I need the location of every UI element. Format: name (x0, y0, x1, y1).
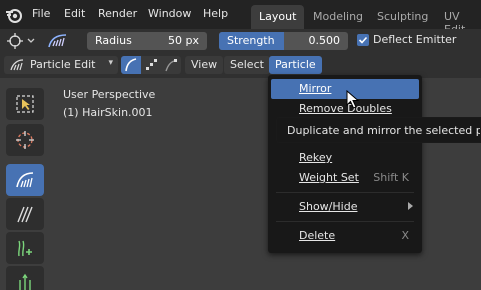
menu-view[interactable]: View (185, 56, 224, 74)
tool-smooth[interactable] (6, 198, 44, 230)
select-box-icon (16, 95, 34, 113)
menu-particle[interactable]: Particle (269, 56, 322, 74)
tool-select-box[interactable] (6, 88, 44, 120)
mode-dropdown[interactable]: Particle Edit ▾ (4, 56, 118, 74)
submenu-arrow-icon (408, 202, 413, 210)
point-mode-icon (146, 59, 157, 70)
menu-file[interactable]: File (32, 7, 50, 20)
tab-modeling[interactable]: Modeling (305, 5, 371, 29)
menu-item-shortcut: X (401, 229, 409, 242)
tip-select-mode-button[interactable] (161, 56, 181, 74)
cursor-icon (16, 131, 34, 149)
menu-item-label: Show/Hide (299, 200, 358, 213)
comb-brush-icon (48, 34, 67, 48)
menu-select[interactable]: Select (224, 56, 270, 74)
strength-slider[interactable]: Strength 0.500 (219, 32, 348, 50)
path-mode-icon (125, 58, 137, 72)
smooth-icon (17, 206, 33, 223)
deflect-emitter-checkbox[interactable] (357, 34, 369, 46)
checkmark-icon (358, 36, 368, 44)
particle-edit-icon (10, 59, 24, 71)
menu-item-delete[interactable]: Delete X (271, 226, 419, 246)
menu-edit[interactable]: Edit (64, 7, 85, 20)
menu-item-shortcut: Shift K (373, 171, 409, 184)
tip-mode-icon (165, 59, 177, 72)
strength-label: Strength (227, 34, 275, 47)
tab-layout[interactable]: Layout (251, 5, 305, 29)
tool-length[interactable] (6, 266, 44, 290)
transform-pivot-dropdown[interactable] (6, 32, 36, 50)
menu-item-label: Rekey (299, 151, 333, 164)
tooltip: Duplicate and mirror the selected partic (276, 117, 481, 143)
radius-label: Radius (95, 34, 132, 47)
particle-menu: Mirror Remove Doubles Rekey Weight Set S… (268, 75, 422, 253)
menu-item-mirror[interactable]: Mirror (271, 79, 419, 99)
tool-add[interactable] (6, 232, 44, 264)
chevron-down-icon: ▾ (108, 58, 113, 68)
length-icon (19, 273, 31, 290)
point-select-mode-button[interactable] (141, 56, 161, 74)
add-hair-icon (18, 240, 32, 257)
menu-item-label: Mirror (299, 82, 332, 95)
comb-brush-button[interactable] (46, 32, 70, 50)
viewport-perspective-label: User Perspective (63, 88, 156, 101)
path-select-mode-button[interactable] (121, 56, 141, 74)
menu-render[interactable]: Render (98, 7, 137, 20)
tab-uv-editing[interactable]: UV Edit (436, 5, 481, 36)
tool-comb[interactable] (6, 164, 44, 196)
deflect-emitter-label: Deflect Emitter (373, 33, 457, 46)
mode-label: Particle Edit (30, 58, 96, 71)
menu-help[interactable]: Help (203, 7, 228, 20)
strength-value: 0.500 (308, 34, 341, 47)
menu-item-weight-set[interactable]: Weight Set Shift K (271, 168, 419, 188)
radius-slider[interactable]: Radius 50 px (87, 32, 207, 50)
menu-item-show-hide[interactable]: Show/Hide (271, 197, 419, 217)
tool-cursor[interactable] (6, 124, 44, 156)
radius-value: 50 px (168, 34, 199, 47)
tool-shelf (4, 86, 46, 290)
comb-icon (16, 172, 34, 188)
menu-window[interactable]: Window (148, 7, 191, 20)
top-menubar: File Edit Render Window Help Layout Mode… (0, 0, 481, 36)
menu-item-label: Delete (299, 229, 336, 242)
mouse-pointer-icon (346, 90, 360, 109)
viewport-object-label: (1) HairSkin.001 (63, 106, 153, 119)
crosshair-icon (7, 33, 35, 49)
menu-separator (276, 192, 414, 193)
menu-separator (276, 221, 414, 222)
menu-item-rekey[interactable]: Rekey (271, 148, 419, 168)
menu-item-label: Weight Set (299, 171, 359, 184)
menu-item-remove-doubles[interactable]: Remove Doubles (271, 99, 419, 119)
tab-sculpting[interactable]: Sculpting (369, 5, 436, 29)
blender-logo-icon[interactable] (5, 6, 23, 24)
select-mode-group (121, 56, 181, 74)
